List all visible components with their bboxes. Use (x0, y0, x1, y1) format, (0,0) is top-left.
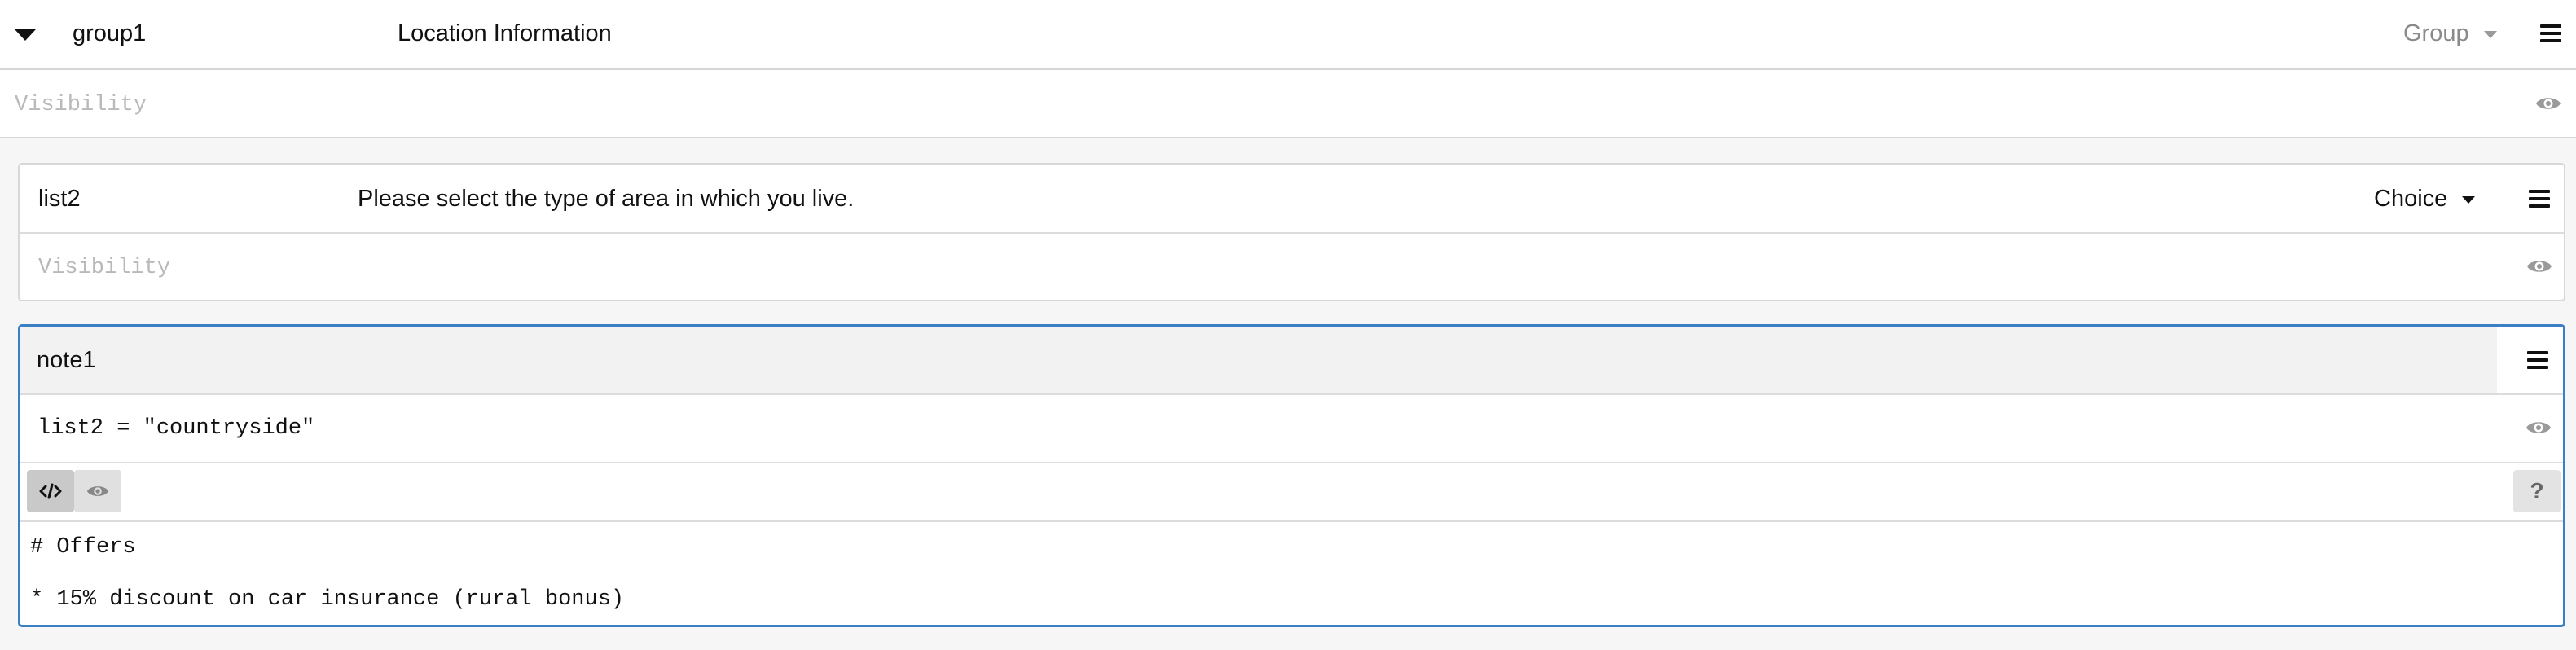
editor-line: # Offers (30, 535, 136, 560)
list-question-card: list2 Please select the type of area in … (18, 163, 2565, 301)
code-mode-button[interactable] (27, 470, 74, 512)
group-header: group1 Location Information Group (0, 0, 2576, 70)
markdown-editor[interactable]: # Offers * 15% discount on car insurance… (20, 520, 2563, 625)
list-label[interactable]: Please select the type of area in which … (358, 187, 854, 211)
list-visibility-row: Visibility (20, 232, 2564, 300)
list-menu-icon[interactable] (2529, 190, 2550, 208)
list-visibility-input[interactable]: Visibility (38, 257, 170, 279)
note-visibility-row: list2 = "countryside" (20, 393, 2563, 462)
help-icon: ? (2530, 478, 2544, 503)
editor-line: * 15% discount on car insurance (rural b… (30, 587, 625, 612)
group-visibility-row: Visibility (0, 70, 2576, 138)
preview-mode-button[interactable] (74, 470, 121, 512)
group-visibility-input[interactable]: Visibility (15, 94, 147, 116)
note-menu-icon[interactable] (2527, 351, 2548, 369)
list-id[interactable]: list2 (38, 187, 81, 211)
note-id[interactable]: note1 (37, 349, 96, 372)
list-visibility-eye-icon[interactable] (2526, 257, 2552, 275)
list-type-chevron-down-icon[interactable] (2462, 196, 2475, 204)
group-label[interactable]: Location Information (398, 22, 612, 46)
code-icon (39, 483, 62, 499)
group-id[interactable]: group1 (73, 22, 146, 46)
editor-toolbar: ? (20, 462, 2563, 520)
preview-eye-icon (86, 486, 109, 496)
note-header-row: note1 (20, 327, 2563, 393)
type-chevron-down-icon[interactable] (2484, 31, 2497, 38)
help-button[interactable]: ? (2513, 470, 2561, 512)
list-header-row: list2 Please select the type of area in … (20, 165, 2564, 232)
list-type-select[interactable]: Choice (2374, 187, 2447, 211)
group-type-select[interactable]: Group (2403, 22, 2469, 46)
collapse-chevron-down-icon[interactable] (15, 29, 36, 41)
group-menu-icon[interactable] (2540, 24, 2561, 42)
note-visibility-eye-icon[interactable] (2525, 419, 2552, 437)
note-visibility-input[interactable]: list2 = "countryside" (37, 418, 314, 440)
note-card: note1 list2 = "countryside" ? # Offers *… (18, 324, 2565, 627)
group-visibility-eye-icon[interactable] (2535, 94, 2561, 112)
